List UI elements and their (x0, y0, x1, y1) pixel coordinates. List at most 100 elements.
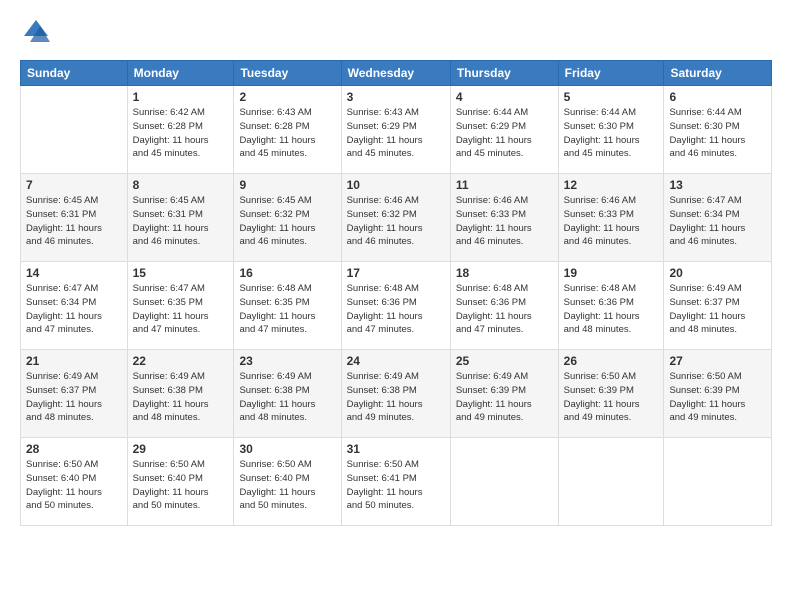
day-number: 26 (564, 354, 659, 368)
day-number: 19 (564, 266, 659, 280)
day-info: Sunrise: 6:48 AMSunset: 6:36 PMDaylight:… (456, 282, 553, 337)
day-info: Sunrise: 6:49 AMSunset: 6:37 PMDaylight:… (26, 370, 122, 425)
calendar-cell: 1 Sunrise: 6:42 AMSunset: 6:28 PMDaylight… (127, 86, 234, 174)
day-number: 1 (133, 90, 229, 104)
day-number: 16 (239, 266, 335, 280)
calendar-cell: 29 Sunrise: 6:50 AMSunset: 6:40 PMDayligh… (127, 438, 234, 526)
calendar-header-saturday: Saturday (664, 61, 772, 86)
calendar-header-friday: Friday (558, 61, 664, 86)
day-info: Sunrise: 6:44 AMSunset: 6:30 PMDaylight:… (669, 106, 766, 161)
day-number: 17 (347, 266, 445, 280)
day-number: 13 (669, 178, 766, 192)
calendar-header-row: SundayMondayTuesdayWednesdayThursdayFrid… (21, 61, 772, 86)
calendar-cell: 2 Sunrise: 6:43 AMSunset: 6:28 PMDaylight… (234, 86, 341, 174)
calendar-cell: 8 Sunrise: 6:45 AMSunset: 6:31 PMDaylight… (127, 174, 234, 262)
calendar-cell: 19 Sunrise: 6:48 AMSunset: 6:36 PMDayligh… (558, 262, 664, 350)
day-number: 21 (26, 354, 122, 368)
day-number: 11 (456, 178, 553, 192)
calendar-week-3: 21 Sunrise: 6:49 AMSunset: 6:37 PMDayligh… (21, 350, 772, 438)
calendar-cell: 22Sunrise: 6:49 AMSunset: 6:38 PMDayligh… (127, 350, 234, 438)
calendar-week-1: 7 Sunrise: 6:45 AMSunset: 6:31 PMDaylight… (21, 174, 772, 262)
calendar-cell: 28Sunrise: 6:50 AMSunset: 6:40 PMDayligh… (21, 438, 128, 526)
day-info: Sunrise: 6:49 AMSunset: 6:38 PMDaylight:… (239, 370, 335, 425)
day-number: 18 (456, 266, 553, 280)
calendar-cell: 31 Sunrise: 6:50 AMSunset: 6:41 PMDayligh… (341, 438, 450, 526)
calendar-cell: 3Sunrise: 6:43 AMSunset: 6:29 PMDaylight… (341, 86, 450, 174)
day-info: Sunrise: 6:50 AMSunset: 6:40 PMDaylight:… (133, 458, 229, 513)
calendar-cell: 20Sunrise: 6:49 AMSunset: 6:37 PMDayligh… (664, 262, 772, 350)
day-info: Sunrise: 6:49 AMSunset: 6:39 PMDaylight:… (456, 370, 553, 425)
calendar-cell: 23 Sunrise: 6:49 AMSunset: 6:38 PMDayligh… (234, 350, 341, 438)
calendar-cell: 30 Sunrise: 6:50 AMSunset: 6:40 PMDayligh… (234, 438, 341, 526)
day-number: 28 (26, 442, 122, 456)
logo (20, 16, 56, 48)
calendar-cell: 17 Sunrise: 6:48 AMSunset: 6:36 PMDayligh… (341, 262, 450, 350)
calendar-cell: 13 Sunrise: 6:47 AMSunset: 6:34 PMDayligh… (664, 174, 772, 262)
day-info: Sunrise: 6:49 AMSunset: 6:38 PMDaylight:… (347, 370, 445, 425)
calendar-table: SundayMondayTuesdayWednesdayThursdayFrid… (20, 60, 772, 526)
day-info: Sunrise: 6:47 AMSunset: 6:34 PMDaylight:… (669, 194, 766, 249)
calendar-cell: 12Sunrise: 6:46 AMSunset: 6:33 PMDayligh… (558, 174, 664, 262)
calendar-header-wednesday: Wednesday (341, 61, 450, 86)
day-number: 12 (564, 178, 659, 192)
calendar-cell (558, 438, 664, 526)
calendar-cell: 26Sunrise: 6:50 AMSunset: 6:39 PMDayligh… (558, 350, 664, 438)
day-info: Sunrise: 6:46 AMSunset: 6:33 PMDaylight:… (456, 194, 553, 249)
day-info: Sunrise: 6:46 AMSunset: 6:32 PMDaylight:… (347, 194, 445, 249)
calendar-header-sunday: Sunday (21, 61, 128, 86)
day-info: Sunrise: 6:49 AMSunset: 6:37 PMDaylight:… (669, 282, 766, 337)
logo-icon (20, 16, 52, 48)
day-info: Sunrise: 6:48 AMSunset: 6:35 PMDaylight:… (239, 282, 335, 337)
day-info: Sunrise: 6:45 AMSunset: 6:31 PMDaylight:… (26, 194, 122, 249)
calendar-week-0: 1 Sunrise: 6:42 AMSunset: 6:28 PMDaylight… (21, 86, 772, 174)
day-info: Sunrise: 6:44 AMSunset: 6:29 PMDaylight:… (456, 106, 553, 161)
day-number: 9 (239, 178, 335, 192)
day-info: Sunrise: 6:48 AMSunset: 6:36 PMDaylight:… (564, 282, 659, 337)
day-info: Sunrise: 6:50 AMSunset: 6:41 PMDaylight:… (347, 458, 445, 513)
calendar-cell: 6Sunrise: 6:44 AMSunset: 6:30 PMDaylight… (664, 86, 772, 174)
day-number: 4 (456, 90, 553, 104)
calendar-cell: 14 Sunrise: 6:47 AMSunset: 6:34 PMDayligh… (21, 262, 128, 350)
header (20, 16, 772, 48)
day-number: 8 (133, 178, 229, 192)
day-number: 14 (26, 266, 122, 280)
day-info: Sunrise: 6:48 AMSunset: 6:36 PMDaylight:… (347, 282, 445, 337)
calendar-week-4: 28 Sunrise: 6:50 AMSunset: 6:40 PMDayligh… (21, 438, 772, 526)
day-info: Sunrise: 6:50 AMSunset: 6:39 PMDaylight:… (669, 370, 766, 425)
day-number: 24 (347, 354, 445, 368)
day-info: Sunrise: 6:43 AMSunset: 6:28 PMDaylight:… (239, 106, 335, 161)
day-number: 7 (26, 178, 122, 192)
calendar-cell: 4 Sunrise: 6:44 AMSunset: 6:29 PMDaylight… (450, 86, 558, 174)
day-number: 3 (347, 90, 445, 104)
day-number: 2 (239, 90, 335, 104)
day-number: 25 (456, 354, 553, 368)
calendar-cell: 15 Sunrise: 6:47 AMSunset: 6:35 PMDayligh… (127, 262, 234, 350)
day-number: 10 (347, 178, 445, 192)
page: SundayMondayTuesdayWednesdayThursdayFrid… (0, 0, 792, 612)
day-number: 27 (669, 354, 766, 368)
calendar-cell (21, 86, 128, 174)
day-number: 31 (347, 442, 445, 456)
calendar-cell: 5 Sunrise: 6:44 AMSunset: 6:30 PMDaylight… (558, 86, 664, 174)
day-info: Sunrise: 6:50 AMSunset: 6:40 PMDaylight:… (239, 458, 335, 513)
day-number: 30 (239, 442, 335, 456)
day-info: Sunrise: 6:44 AMSunset: 6:30 PMDaylight:… (564, 106, 659, 161)
calendar-cell (450, 438, 558, 526)
day-info: Sunrise: 6:42 AMSunset: 6:28 PMDaylight:… (133, 106, 229, 161)
day-info: Sunrise: 6:47 AMSunset: 6:35 PMDaylight:… (133, 282, 229, 337)
day-number: 29 (133, 442, 229, 456)
calendar-header-tuesday: Tuesday (234, 61, 341, 86)
calendar-cell: 25 Sunrise: 6:49 AMSunset: 6:39 PMDayligh… (450, 350, 558, 438)
day-info: Sunrise: 6:45 AMSunset: 6:31 PMDaylight:… (133, 194, 229, 249)
calendar-cell: 21 Sunrise: 6:49 AMSunset: 6:37 PMDayligh… (21, 350, 128, 438)
calendar-cell: 18 Sunrise: 6:48 AMSunset: 6:36 PMDayligh… (450, 262, 558, 350)
day-info: Sunrise: 6:49 AMSunset: 6:38 PMDaylight:… (133, 370, 229, 425)
day-info: Sunrise: 6:47 AMSunset: 6:34 PMDaylight:… (26, 282, 122, 337)
day-number: 23 (239, 354, 335, 368)
day-info: Sunrise: 6:45 AMSunset: 6:32 PMDaylight:… (239, 194, 335, 249)
day-number: 5 (564, 90, 659, 104)
calendar-header-monday: Monday (127, 61, 234, 86)
calendar-cell: 10 Sunrise: 6:46 AMSunset: 6:32 PMDayligh… (341, 174, 450, 262)
day-number: 15 (133, 266, 229, 280)
calendar-cell: 7 Sunrise: 6:45 AMSunset: 6:31 PMDaylight… (21, 174, 128, 262)
